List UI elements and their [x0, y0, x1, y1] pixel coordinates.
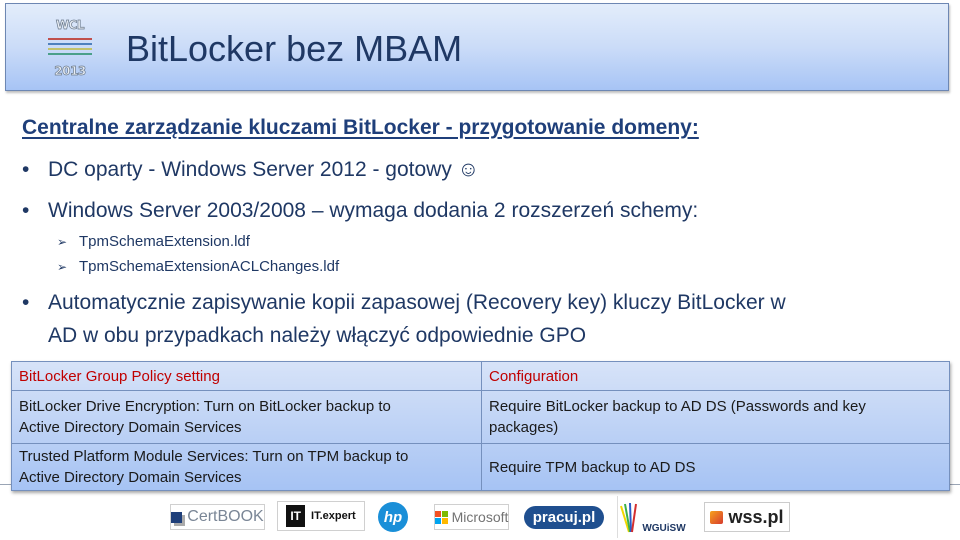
- arrow-bullet-icon: ➢: [57, 235, 68, 249]
- table-header-row: BitLocker Group Policy setting Configura…: [11, 361, 950, 391]
- config-text: packages): [489, 419, 559, 436]
- setting-text: Trusted Platform Module Services: Turn o…: [19, 448, 409, 465]
- logo-stripe-blue: [48, 43, 92, 45]
- certbook-square-icon: [171, 511, 183, 523]
- table-row: BitLocker Drive Encryption: Turn on BitL…: [11, 390, 950, 444]
- sponsor-name: CertBOOK: [187, 508, 264, 525]
- wguisw-lines-icon: [620, 502, 638, 533]
- sponsor-wguisw-logo: WGUiSW: [617, 496, 687, 538]
- sub-bullet-text: TpmSchemaExtensionACLChanges.ldf: [79, 258, 340, 275]
- logo-stripe-yellow: [48, 48, 92, 50]
- sub-bullet-item: ➢ TpmSchemaExtension.ldf: [57, 233, 250, 250]
- header-configuration: Configuration: [481, 361, 950, 391]
- wcl-2013-logo: WCL 2013: [42, 16, 98, 82]
- sponsor-name: IT.expert: [311, 510, 356, 522]
- logo-wcl-text: WCL: [55, 18, 85, 33]
- bullet-text: Windows Server 2003/2008 – wymaga dodani…: [48, 199, 699, 222]
- sponsor-pracuj-logo: pracuj.pl: [523, 504, 605, 530]
- sponsor-name: pracuj.pl: [523, 505, 605, 529]
- sub-bullet-item: ➢ TpmSchemaExtensionACLChanges.ldf: [57, 258, 339, 275]
- config-text: Require TPM backup to AD DS: [489, 458, 696, 476]
- bullet-text-line1: Automatycznie zapisywanie kopii zapasowe…: [48, 291, 786, 314]
- slide-header: WCL 2013 BitLocker bez MBAM: [5, 3, 949, 91]
- sub-bullet-text: TpmSchemaExtension.ldf: [79, 233, 250, 250]
- sponsor-name: wss.pl: [728, 506, 784, 527]
- sponsor-itexpert-logo: IT IT.expert: [277, 501, 365, 531]
- wss-cube-icon: [710, 510, 724, 524]
- hp-circle-icon: hp: [378, 502, 408, 532]
- sponsor-name: Microsoft: [451, 509, 509, 525]
- sponsor-name: WGUiSW: [642, 523, 686, 534]
- setting-text: Active Directory Domain Services: [19, 469, 242, 486]
- setting-text: Active Directory Domain Services: [19, 419, 242, 436]
- bullet-dot-icon: •: [22, 158, 30, 181]
- microsoft-windows-icon: [434, 510, 448, 524]
- sponsor-wss-logo: wss.pl: [704, 502, 790, 532]
- it-badge-icon: IT: [286, 505, 306, 527]
- section-heading: Centralne zarządzanie kluczami BitLocker…: [22, 116, 699, 139]
- logo-stripe-red: [48, 38, 92, 40]
- config-cell: Require TPM backup to AD DS: [481, 443, 950, 491]
- sponsor-microsoft-logo: Microsoft: [434, 504, 509, 530]
- bullet-dot-icon: •: [22, 291, 30, 314]
- logo-year-text: 2013: [54, 64, 87, 79]
- sponsor-hp-logo: hp: [377, 501, 409, 533]
- arrow-bullet-icon: ➢: [57, 260, 68, 274]
- sponsor-footer: CertBOOK IT IT.expert hp Microsoft pracu…: [0, 496, 960, 540]
- bullet-text: DC oparty - Windows Server 2012 - gotowy…: [48, 158, 480, 181]
- setting-cell: BitLocker Drive Encryption: Turn on BitL…: [11, 390, 482, 444]
- bullet-text-line2: AD w obu przypadkach należy włączyć odpo…: [48, 324, 587, 347]
- slide-title: BitLocker bez MBAM: [126, 28, 463, 69]
- logo-stripe-green: [48, 53, 92, 55]
- sponsor-certbook-logo: CertBOOK: [170, 504, 265, 530]
- header-setting: BitLocker Group Policy setting: [11, 361, 482, 391]
- config-text: Require BitLocker backup to AD DS (Passw…: [489, 398, 866, 415]
- setting-text: BitLocker Drive Encryption: Turn on BitL…: [19, 398, 391, 415]
- gpo-settings-table: BitLocker Group Policy setting Configura…: [11, 361, 950, 491]
- setting-cell: Trusted Platform Module Services: Turn o…: [11, 443, 482, 491]
- bullet-dot-icon: •: [22, 199, 30, 222]
- config-cell: Require BitLocker backup to AD DS (Passw…: [481, 390, 950, 444]
- table-row: Trusted Platform Module Services: Turn o…: [11, 443, 950, 491]
